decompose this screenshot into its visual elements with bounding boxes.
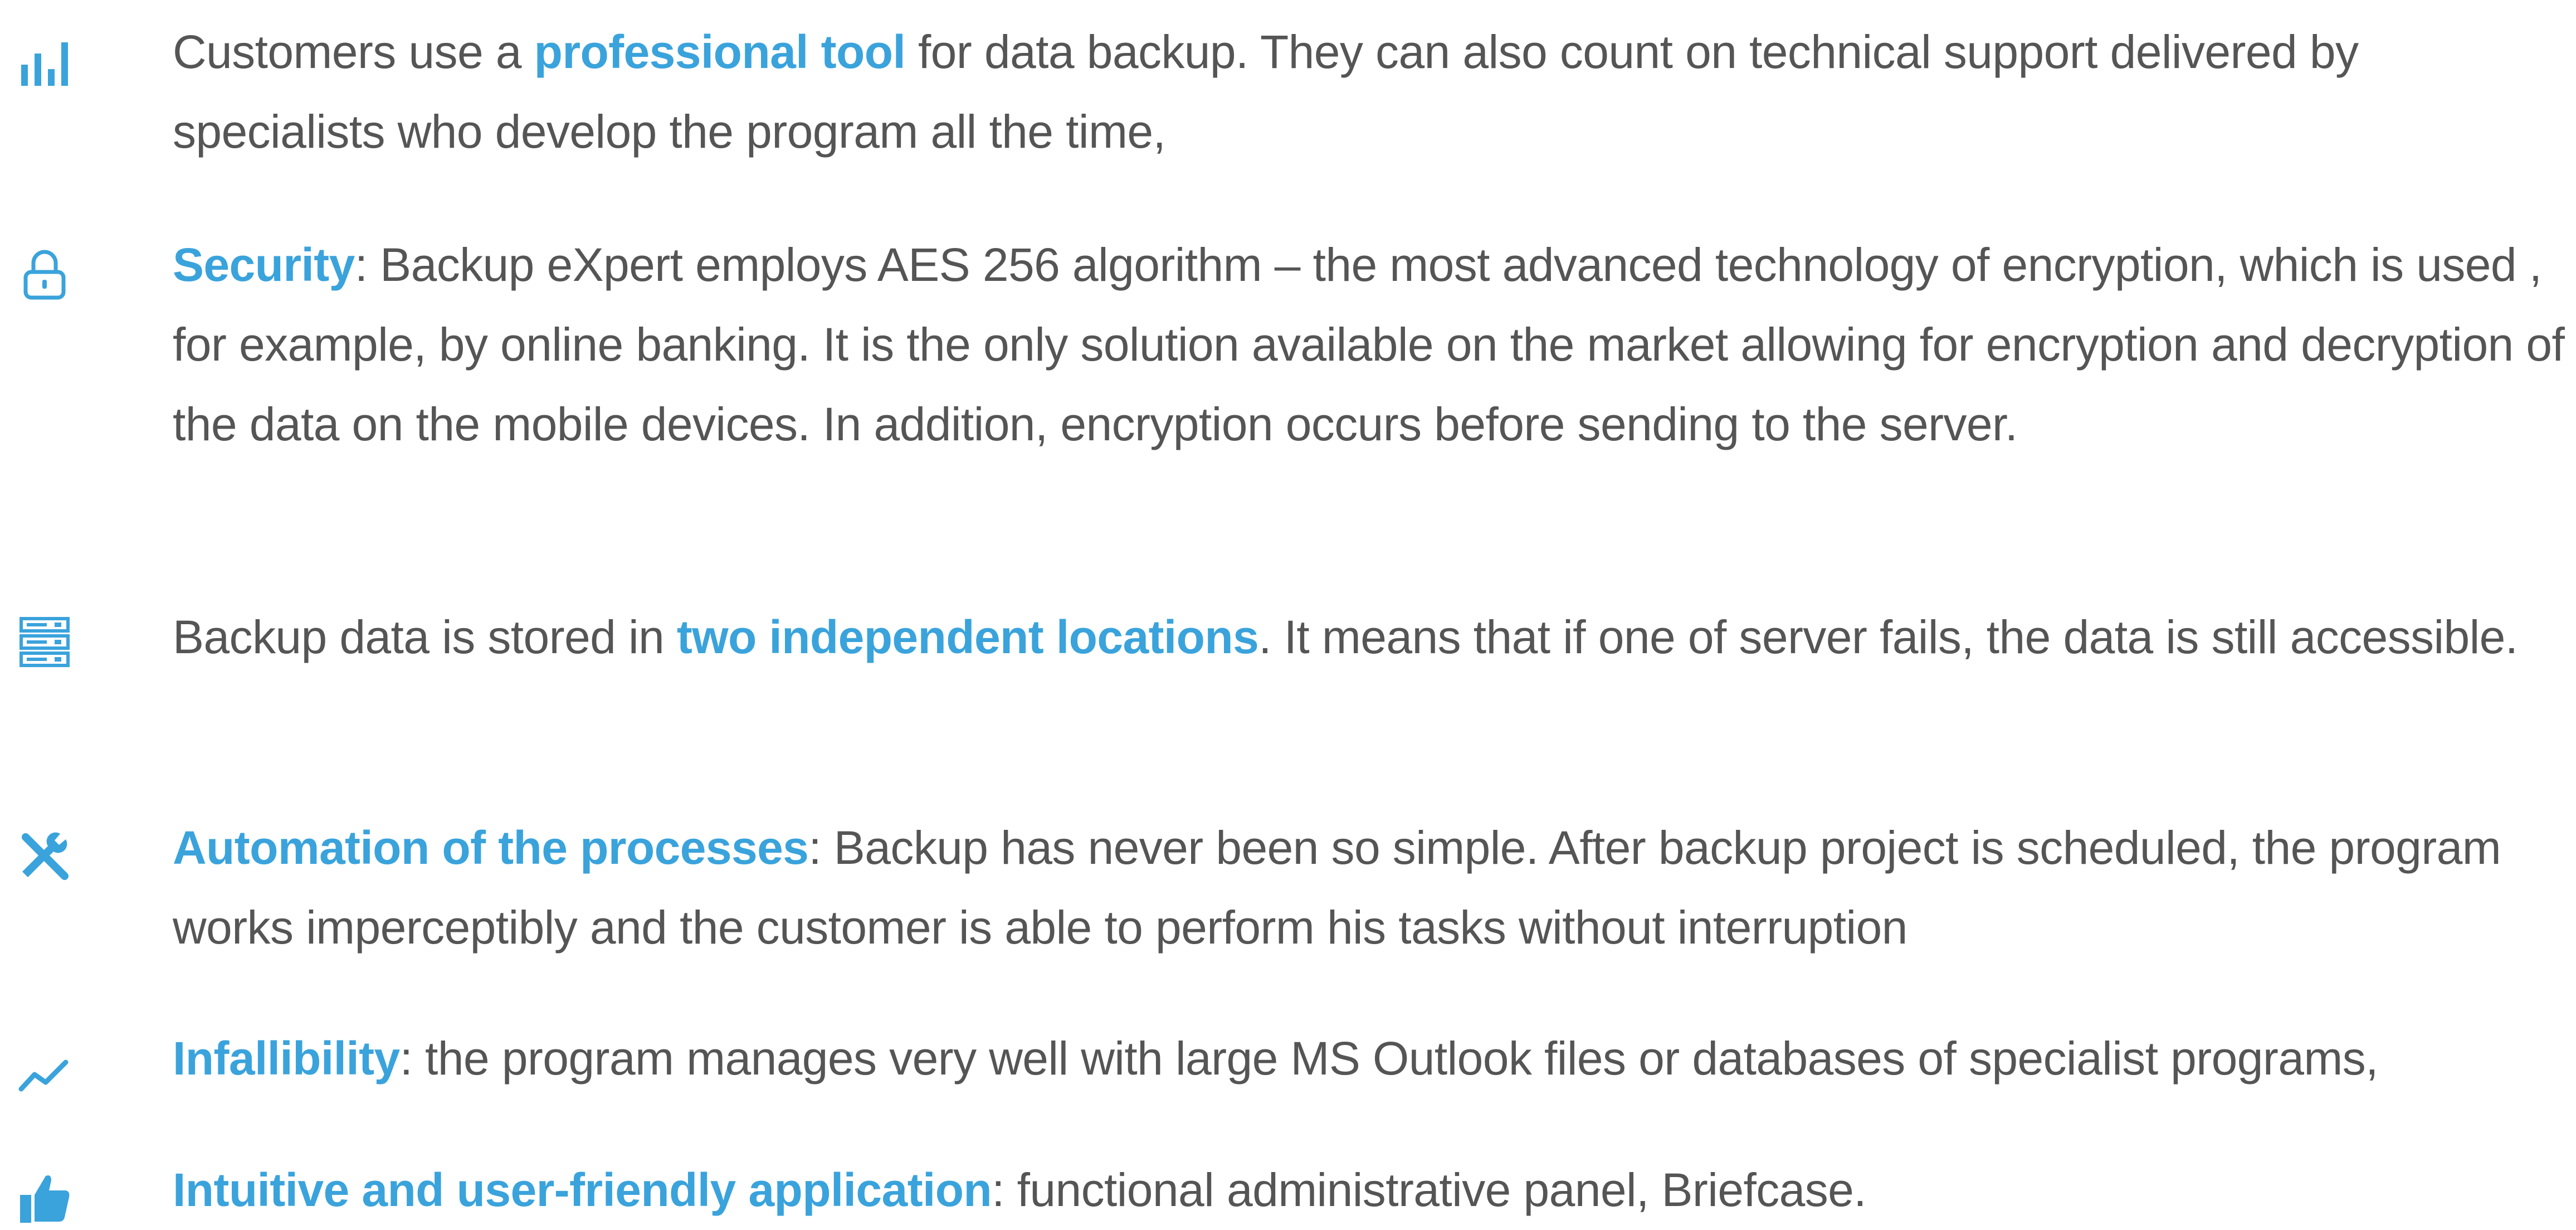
feature-text: Security: Backup eXpert employs AES 256 … bbox=[173, 225, 2568, 464]
feature-text-post: : Backup eXpert employs AES 256 algorith… bbox=[173, 239, 2565, 450]
feature-highlight: two independent locations bbox=[676, 611, 1259, 663]
feature-text-post: . It means that if one of server fails, … bbox=[1258, 611, 2518, 663]
feature-text-pre: Backup data is stored in bbox=[173, 611, 677, 663]
features-list: Customers use a professional tool for da… bbox=[0, 0, 2576, 1223]
line-chart-icon bbox=[18, 1047, 71, 1100]
feature-text: Automation of the processes: Backup has … bbox=[173, 808, 2568, 968]
feature-text: Infallibility: the program manages very … bbox=[173, 1019, 2568, 1098]
feature-highlight: Automation of the processes bbox=[173, 821, 809, 874]
feature-text-post: : the program manages very well with lar… bbox=[399, 1032, 2379, 1085]
bar-chart-icon bbox=[18, 37, 71, 90]
feature-text: Customers use a professional tool for da… bbox=[173, 12, 2568, 172]
thumbs-up-icon bbox=[18, 1170, 71, 1224]
feature-highlight: Intuitive and user-friendly application bbox=[173, 1164, 992, 1216]
feature-text-pre: Customers use a bbox=[173, 26, 534, 78]
feature-text: Backup data is stored in two independent… bbox=[173, 597, 2568, 677]
lock-icon bbox=[18, 247, 71, 301]
server-icon bbox=[18, 615, 71, 669]
feature-highlight: professional tool bbox=[534, 26, 906, 78]
tools-icon bbox=[18, 829, 71, 883]
feature-highlight: Security bbox=[173, 239, 355, 291]
feature-highlight: Infallibility bbox=[173, 1032, 400, 1085]
feature-text-post: : functional administrative panel, Brief… bbox=[992, 1164, 1866, 1216]
feature-text: Intuitive and user-friendly application:… bbox=[173, 1150, 2568, 1230]
